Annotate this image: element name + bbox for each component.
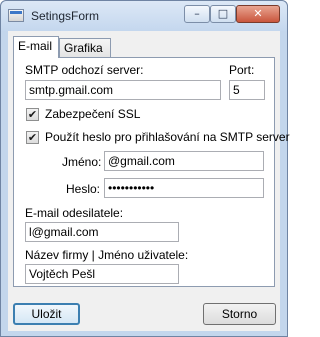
settings-window: SetingsForm – □ ✕ E-mail Grafika SMTP od… — [0, 0, 290, 337]
smtp-server-label: SMTP odchozí server: — [25, 63, 144, 77]
sender-name-label: Název firmy | Jméno uživatele: — [25, 248, 189, 262]
auth-checkbox[interactable]: ✔ — [26, 131, 39, 144]
ssl-checkbox[interactable]: ✔ — [26, 108, 39, 121]
ssl-checkbox-label[interactable]: Zabezpečení SSL — [45, 107, 140, 121]
tab-grafika[interactable]: Grafika — [59, 38, 111, 58]
tab-email[interactable]: E-mail — [13, 36, 59, 58]
port-input[interactable]: 5 — [229, 80, 265, 100]
smtp-server-input[interactable]: smtp.gmail.com — [25, 80, 221, 100]
email-tab-page: SMTP odchozí server: smtp.gmail.com Port… — [13, 57, 290, 287]
username-input[interactable]: @gmail.com — [104, 151, 264, 171]
password-label: Heslo: — [66, 182, 101, 196]
maximize-button[interactable]: □ — [210, 5, 236, 23]
close-button[interactable]: ✕ — [236, 5, 280, 23]
title-bar[interactable]: SetingsForm – □ ✕ — [1, 1, 287, 31]
window-title: SetingsForm — [31, 9, 100, 23]
cancel-button[interactable]: Storno — [203, 303, 276, 325]
sender-email-input[interactable]: l@gmail.com — [25, 222, 179, 242]
form-icon — [8, 9, 24, 22]
sender-name-input[interactable]: Vojtěch Pešl — [25, 264, 179, 284]
form-client-area: E-mail Grafika SMTP odchozí server: smtp… — [8, 31, 290, 331]
port-label: Port: — [229, 63, 255, 77]
minimize-button[interactable]: – — [184, 5, 210, 23]
sender-email-label: E-mail odesilatele: — [25, 206, 124, 220]
save-button[interactable]: Uložit — [13, 303, 80, 325]
password-input[interactable]: ••••••••••• — [104, 178, 264, 198]
auth-checkbox-label[interactable]: Použít heslo pro přihlašování na SMTP se… — [45, 130, 290, 144]
username-label: Jméno: — [62, 155, 102, 169]
